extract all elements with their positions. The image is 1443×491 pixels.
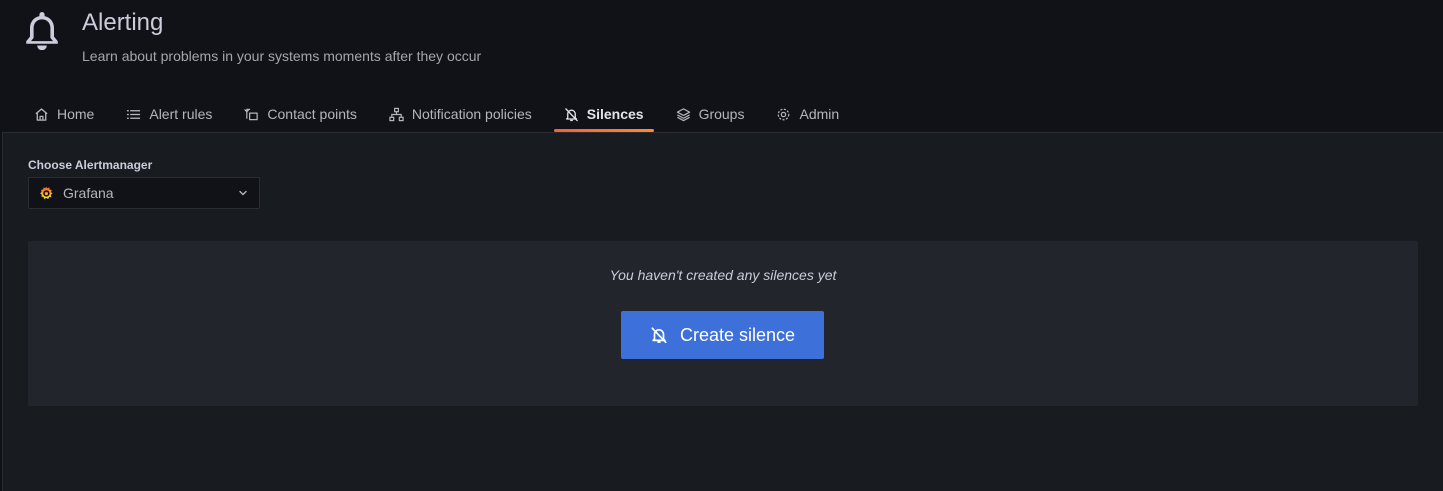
tab-label: Groups bbox=[698, 106, 745, 122]
tab-label: Silences bbox=[586, 106, 644, 122]
tab-admin[interactable]: Admin bbox=[766, 98, 849, 130]
sitemap-icon bbox=[389, 107, 404, 121]
bell-icon bbox=[26, 12, 58, 50]
tab-label: Home bbox=[57, 106, 95, 122]
cog-icon bbox=[778, 108, 790, 120]
home-icon bbox=[35, 107, 48, 121]
tab-label: Admin bbox=[799, 106, 840, 122]
tab-alert-rules[interactable]: Alert rules bbox=[116, 98, 222, 130]
page-title: Alerting bbox=[82, 9, 164, 36]
grafana-logo-icon bbox=[40, 186, 53, 199]
silences-content: Choose Alertmanager Grafana You haven't … bbox=[2, 132, 1443, 491]
bell-slash-icon bbox=[651, 327, 667, 344]
alertmanager-label: Choose Alertmanager bbox=[28, 158, 153, 172]
list-icon bbox=[127, 109, 141, 119]
tab-silences[interactable]: Silences bbox=[553, 98, 654, 132]
tab-label: Notification policies bbox=[411, 106, 532, 122]
tab-notification-policies[interactable]: Notification policies bbox=[379, 98, 542, 130]
bell-slash-icon bbox=[564, 107, 578, 121]
create-silence-button-label: Create silence bbox=[679, 324, 796, 345]
chevron-down-icon bbox=[239, 190, 247, 196]
empty-state-message: You haven't created any silences yet bbox=[609, 267, 837, 283]
tab-label: Alert rules bbox=[149, 106, 213, 122]
alertmanager-select-value: Grafana bbox=[63, 185, 114, 201]
empty-state: You haven't created any silences yet Cre… bbox=[28, 241, 1418, 406]
create-silence-button[interactable]: Create silence bbox=[621, 311, 824, 359]
tab-contact-points[interactable]: Contact points bbox=[234, 98, 367, 130]
tab-label: Contact points bbox=[267, 106, 357, 122]
alerting-page: Alerting Learn about problems in your sy… bbox=[0, 0, 1443, 491]
page-subtitle: Learn about problems in your systems mom… bbox=[82, 48, 482, 64]
page-header: Alerting Learn about problems in your sy… bbox=[0, 0, 1443, 98]
tab-groups[interactable]: Groups bbox=[666, 98, 755, 130]
comment-alt-share-icon bbox=[244, 108, 259, 120]
alertmanager-select[interactable]: Grafana bbox=[28, 177, 260, 209]
tab-bar: Home Alert rules Contact points Notifica… bbox=[24, 98, 861, 132]
layer-group-icon bbox=[676, 107, 690, 121]
tab-home[interactable]: Home bbox=[24, 98, 104, 130]
